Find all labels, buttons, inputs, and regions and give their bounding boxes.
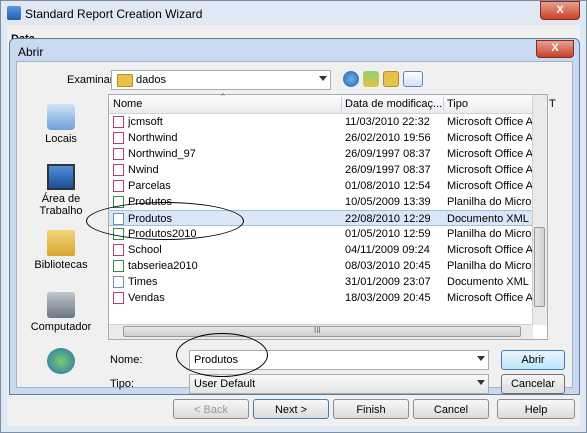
file-name: jcmsoft xyxy=(128,116,163,128)
file-row[interactable]: tabseriea2010 08/03/2010 20:45 Planilha do… xyxy=(109,258,541,274)
file-date: 22/08/2010 12:29 xyxy=(345,213,431,225)
access-file-icon xyxy=(113,132,124,144)
place-label: Locais xyxy=(45,133,77,145)
place-label: Bibliotecas xyxy=(34,259,88,271)
file-date: 10/05/2009 13:39 xyxy=(345,196,431,208)
file-date: 31/01/2009 23:07 xyxy=(345,276,431,288)
excel-file-icon xyxy=(113,260,124,272)
access-file-icon xyxy=(113,292,124,304)
back-button[interactable]: < Back xyxy=(173,399,249,419)
horizontal-scroll-thumb[interactable]: III xyxy=(123,326,521,337)
file-date: 11/03/2010 22:32 xyxy=(345,116,430,128)
column-type[interactable]: Tipo xyxy=(447,98,468,110)
dialog-cancel-button[interactable]: Cancelar xyxy=(501,374,565,394)
file-row[interactable]: Northwind_97 26/09/1997 08:37 Microsoft Of… xyxy=(109,146,542,162)
file-date: 01/05/2010 12:59 xyxy=(345,228,431,240)
chevron-down-icon xyxy=(477,356,485,361)
new-folder-icon[interactable] xyxy=(383,71,399,87)
access-file-icon xyxy=(113,116,124,128)
file-name: Northwind xyxy=(128,132,178,144)
file-date: 26/09/1997 08:37 xyxy=(345,164,431,176)
sort-caret-icon: ^ xyxy=(221,92,225,101)
lookin-value: dados xyxy=(136,74,166,86)
dialog-title: Abrir xyxy=(18,45,44,59)
app-icon xyxy=(7,6,21,20)
place-recent[interactable]: Locais xyxy=(21,104,101,145)
wizard-close-button[interactable]: X xyxy=(540,1,580,20)
open-button[interactable]: Abrir xyxy=(501,350,565,370)
file-name: Northwind_97 xyxy=(128,148,196,160)
file-row[interactable]: Nwind 26/09/1997 08:37 Microsoft Office A.… xyxy=(109,162,542,178)
desktop-icon xyxy=(47,164,75,190)
type-label: Tipo: xyxy=(110,378,135,390)
finish-button[interactable]: Finish xyxy=(333,399,409,419)
file-name: Nwind xyxy=(128,164,159,176)
xml-file-icon xyxy=(113,276,124,288)
file-name: Vendas xyxy=(128,292,165,304)
place-label: Computador xyxy=(30,321,92,333)
place-desktop[interactable]: Área de Trabalho xyxy=(21,164,101,217)
filetype-value: User Default xyxy=(194,378,256,390)
column-name[interactable]: Nome xyxy=(113,98,142,110)
chevron-down-icon xyxy=(477,380,485,385)
help-button[interactable]: Help xyxy=(497,399,575,419)
view-menu-icon[interactable] xyxy=(403,71,423,87)
access-file-icon xyxy=(113,148,124,160)
grip-icon: III xyxy=(314,326,321,335)
column-size[interactable]: T xyxy=(549,98,556,110)
horizontal-scrollbar[interactable]: III xyxy=(109,324,533,339)
file-row[interactable]: jcmsoft 11/03/2010 22:32 Microsoft Office … xyxy=(109,114,542,130)
list-header: Nome ^ Data de modificaç... Tipo T xyxy=(109,92,556,114)
column-date[interactable]: Data de modificaç... xyxy=(345,98,442,110)
file-row[interactable]: School 04/11/2009 09:24 Microsoft Office A… xyxy=(109,242,542,258)
folder-icon xyxy=(117,74,133,87)
access-file-icon xyxy=(113,180,124,192)
network-icon xyxy=(47,348,75,374)
file-date: 08/03/2010 20:45 xyxy=(345,260,431,272)
column-divider xyxy=(443,97,444,111)
up-folder-icon[interactable] xyxy=(363,71,379,87)
file-date: 26/02/2010 19:56 xyxy=(345,132,431,144)
recent-places-icon xyxy=(47,104,75,130)
place-label: Área de Trabalho xyxy=(39,193,83,217)
filetype-select[interactable]: User Default xyxy=(189,374,489,394)
access-file-icon xyxy=(113,244,124,256)
place-computer[interactable]: Computador xyxy=(21,292,101,333)
access-file-icon xyxy=(113,164,124,176)
file-name: Parcelas xyxy=(128,180,171,192)
computer-icon xyxy=(47,292,75,318)
annotation-ellipse xyxy=(86,202,244,240)
vertical-scrollbar[interactable] xyxy=(532,95,547,325)
place-libraries[interactable]: Bibliotecas xyxy=(21,230,101,271)
file-row[interactable]: Northwind 26/02/2010 19:56 Microsoft Offic… xyxy=(109,130,542,146)
wizard-title: Standard Report Creation Wizard xyxy=(25,7,203,21)
file-date: 04/11/2009 09:24 xyxy=(345,244,430,256)
chevron-down-icon xyxy=(319,76,327,81)
file-date: 01/08/2010 12:54 xyxy=(345,180,431,192)
name-label: Nome: xyxy=(110,354,143,366)
libraries-icon xyxy=(47,230,75,256)
wizard-cancel-button[interactable]: Cancel xyxy=(413,399,489,419)
dialog-close-button[interactable]: X xyxy=(536,40,574,58)
file-name: Times xyxy=(128,276,158,288)
file-row[interactable]: Parcelas 01/08/2010 12:54 Microsoft Office… xyxy=(109,178,542,194)
file-date: 26/09/1997 08:37 xyxy=(345,148,431,160)
file-name: tabseriea2010 xyxy=(128,260,198,272)
lookin-label: Examinar: xyxy=(67,74,117,86)
lookin-combo[interactable]: dados xyxy=(111,70,331,90)
file-date: 18/03/2009 20:45 xyxy=(345,292,431,304)
file-name: School xyxy=(128,244,162,256)
vertical-scroll-thumb[interactable] xyxy=(534,227,545,307)
column-divider xyxy=(341,97,342,111)
next-button[interactable]: Next > xyxy=(253,399,329,419)
file-row[interactable]: Times 31/01/2009 23:07 Documento XML xyxy=(109,274,533,290)
back-nav-icon[interactable] xyxy=(343,71,359,87)
place-network[interactable] xyxy=(21,348,101,377)
file-row[interactable]: Vendas 18/03/2009 20:45 Microsoft Office A… xyxy=(109,290,542,306)
annotation-ellipse xyxy=(176,333,268,377)
